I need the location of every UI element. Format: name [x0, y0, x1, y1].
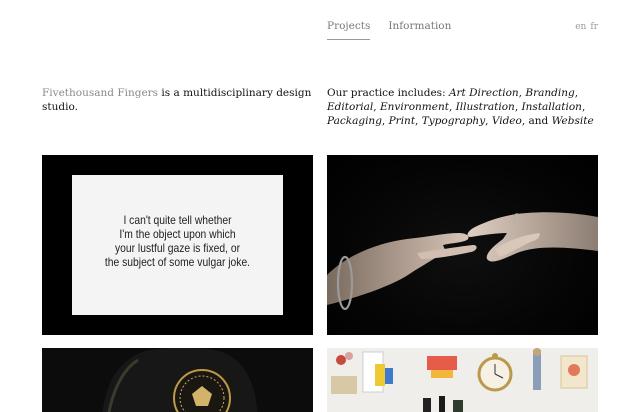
practice-item-video[interactable]: Video [492, 115, 522, 127]
practice-item-print[interactable]: Print [389, 115, 415, 127]
nav-projects[interactable]: Projects [327, 20, 371, 40]
practice-item-packaging[interactable]: Packaging [327, 115, 382, 127]
card-quote-line: I can't quite tell whether [123, 213, 232, 227]
lang-fr[interactable]: fr [590, 22, 598, 32]
nav-information[interactable]: Information [388, 20, 451, 40]
practice-item-installation[interactable]: Installation [522, 101, 582, 113]
practice-lead: Our practice includes: [327, 87, 449, 99]
printed-card-image: I can't quite tell whether I'm the objec… [72, 175, 283, 315]
card-quote-line: the subject of some vulgar joke. [104, 255, 251, 269]
practice-and: , and [521, 115, 552, 127]
practice-item-website[interactable]: Website [552, 115, 594, 127]
practice-item-illustration[interactable]: Illustration [456, 101, 515, 113]
practice-item-environment[interactable]: Environment [380, 101, 449, 113]
project-tile-objects[interactable] [327, 348, 598, 412]
bottle-photo-image [102, 348, 258, 412]
language-switcher: en fr [575, 22, 598, 32]
project-tile-bottle[interactable] [42, 348, 313, 412]
card-quote: I can't quite tell whether I'm the objec… [87, 213, 268, 269]
studio-intro: Fivethousand Fingers is a multidisciplin… [42, 86, 312, 114]
practice-item-art-direction[interactable]: Art Direction [449, 87, 519, 99]
practice-item-typography[interactable]: Typography [422, 115, 485, 127]
studio-name-link[interactable]: Fivethousand Fingers [42, 87, 158, 99]
practice-item-branding[interactable]: Branding [525, 87, 574, 99]
project-tile-hands[interactable] [327, 155, 598, 335]
objects-photo-image [327, 348, 598, 412]
main-nav: Projects Information [327, 20, 451, 40]
card-quote-line: your lustful gaze is fixed, or [114, 241, 241, 255]
card-quote-line: I'm the object upon which [119, 227, 236, 241]
practice-description: Our practice includes: Art Direction, Br… [327, 87, 594, 127]
project-tile-card[interactable]: I can't quite tell whether I'm the objec… [42, 155, 313, 335]
practice-item-editorial[interactable]: Editorial [327, 101, 373, 113]
hands-photo-image [327, 212, 598, 311]
lang-en[interactable]: en [575, 22, 586, 32]
